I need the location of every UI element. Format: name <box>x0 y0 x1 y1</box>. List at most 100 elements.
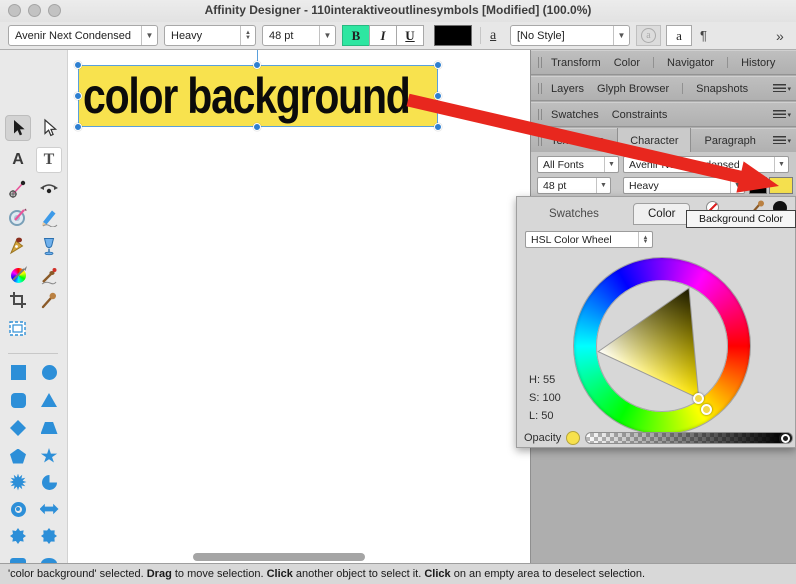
cog-tool[interactable] <box>5 523 31 549</box>
chevron-down-icon[interactable]: ▼ <box>141 26 157 45</box>
canvas[interactable]: color background <box>68 50 530 563</box>
panel-menu-icon[interactable]: ▾ <box>773 136 791 145</box>
fill-tool[interactable] <box>5 204 31 230</box>
chevron-down-icon[interactable]: ▼ <box>596 178 610 193</box>
panel-grip-icon[interactable] <box>538 83 542 94</box>
selection-handle-mid-right[interactable] <box>434 92 442 100</box>
hsl-color-wheel[interactable] <box>574 258 750 434</box>
tab-paragraph[interactable]: Paragraph <box>704 135 755 147</box>
panel-grip-icon[interactable] <box>538 109 542 120</box>
font-weight-combo[interactable]: Heavy ▲ ▼ <box>164 25 256 46</box>
trapezoid-tool[interactable] <box>36 415 62 441</box>
tab-constraints[interactable]: Constraints <box>612 109 668 121</box>
tab-layers[interactable]: Layers <box>551 83 584 95</box>
underline-button[interactable]: U <box>396 25 424 46</box>
show-character-button[interactable]: a <box>666 25 692 46</box>
tab-transform[interactable]: Transform <box>551 57 601 69</box>
color-model-combo[interactable]: HSL Color Wheel ▲ ▼ <box>525 231 653 248</box>
triangle-tool[interactable] <box>36 387 62 413</box>
stepper-icon[interactable]: ▲ ▼ <box>638 232 652 247</box>
crop-tool[interactable] <box>5 287 31 313</box>
frame-text-tool[interactable]: T <box>36 147 62 173</box>
opacity-slider-handle[interactable] <box>779 433 793 443</box>
panel-menu-icon[interactable]: ▾ <box>773 110 791 119</box>
hue-ring-handle[interactable] <box>701 404 712 415</box>
selected-text-object[interactable]: color background <box>78 65 438 127</box>
char-fill-color-swatch[interactable] <box>749 177 767 194</box>
tab-glyph-browser[interactable]: Glyph Browser <box>597 83 669 95</box>
burst-tool[interactable] <box>5 469 31 495</box>
node-tool[interactable] <box>36 115 62 141</box>
panel-grip-icon[interactable] <box>538 135 542 146</box>
char-background-color-swatch[interactable] <box>769 177 793 194</box>
artistic-text-tool[interactable]: A <box>5 147 31 173</box>
move-tool[interactable] <box>5 115 31 141</box>
ellipse-tool[interactable] <box>36 359 62 385</box>
italic-button[interactable]: I <box>369 25 397 46</box>
text-object-content[interactable]: color background <box>83 71 411 121</box>
rectangle-tool[interactable] <box>5 359 31 385</box>
current-color-swatch[interactable] <box>566 431 581 445</box>
tab-character-active[interactable]: Character <box>617 128 692 153</box>
chevron-down-icon[interactable]: ▼ <box>774 157 788 172</box>
saturation-lightness-triangle[interactable] <box>574 258 750 434</box>
point-transform-tool[interactable] <box>5 176 31 202</box>
diamond-icon <box>10 420 26 436</box>
paint-brush-tool[interactable] <box>36 262 62 288</box>
selection-handle-mid-left[interactable] <box>74 92 82 100</box>
star-tool[interactable] <box>36 443 62 469</box>
panel-grip-icon[interactable] <box>538 57 542 68</box>
transparency-tool[interactable] <box>36 233 62 259</box>
popup-tab-color[interactable]: Color <box>633 203 691 225</box>
toolbar-overflow-button[interactable]: » <box>776 28 784 44</box>
tab-history[interactable]: History <box>741 57 775 69</box>
stepper-icon[interactable]: ▲ ▼ <box>240 26 255 45</box>
pie-tool[interactable] <box>36 469 62 495</box>
selection-handle-bottom-right[interactable] <box>434 123 442 131</box>
font-collection-combo[interactable]: All Fonts ▼ <box>537 156 619 173</box>
donut-tool[interactable] <box>5 496 31 522</box>
rounded-rectangle-tool[interactable] <box>5 387 31 413</box>
bold-button[interactable]: B <box>342 25 370 46</box>
vector-brush-tool[interactable] <box>5 262 31 288</box>
show-special-characters-button[interactable]: ¶ <box>700 28 707 43</box>
panel-group-swatches: Swatches Constraints ▾ <box>531 102 796 127</box>
char-font-size-combo[interactable]: 48 pt ▼ <box>537 177 611 194</box>
character-style-icon[interactable]: a <box>490 28 496 44</box>
pen-tool[interactable] <box>5 233 31 259</box>
panel-menu-icon[interactable]: ▾ <box>773 84 791 93</box>
diamond-tool[interactable] <box>5 415 31 441</box>
chevron-down-icon[interactable]: ▼ <box>730 178 744 193</box>
selection-handle-bottom-center[interactable] <box>253 123 261 131</box>
triangle-handle[interactable] <box>693 393 704 404</box>
font-family-combo[interactable]: Avenir Next Condensed ▼ <box>8 25 158 46</box>
selection-handle-top-center[interactable] <box>253 61 261 69</box>
selection-handle-top-right[interactable] <box>434 61 442 69</box>
tab-swatches[interactable]: Swatches <box>551 109 599 121</box>
popup-tab-swatches[interactable]: Swatches <box>535 203 613 225</box>
cloud-tool[interactable] <box>36 523 62 549</box>
node-cursor-icon <box>44 118 58 137</box>
font-size-combo[interactable]: 48 pt ▼ <box>262 25 336 46</box>
chevron-down-icon[interactable]: ▼ <box>604 157 618 172</box>
tab-navigator[interactable]: Navigator <box>667 57 714 69</box>
selection-handle-bottom-left[interactable] <box>74 123 82 131</box>
artboard-tool[interactable] <box>5 316 31 342</box>
polygon-tool[interactable] <box>5 443 31 469</box>
tab-text-styles[interactable]: Text Styles <box>551 135 604 147</box>
selection-handle-top-left[interactable] <box>74 61 82 69</box>
color-picker-tool[interactable] <box>36 287 62 313</box>
double-arrow-tool[interactable] <box>36 496 62 522</box>
chevron-down-icon[interactable]: ▼ <box>613 26 629 45</box>
text-style-combo[interactable]: [No Style] ▼ <box>510 25 630 46</box>
node-editor-tool[interactable] <box>36 176 62 202</box>
char-font-weight-combo[interactable]: Heavy ▼ <box>623 177 745 194</box>
char-font-family-combo[interactable]: Avenir Next Condensed ▼ <box>623 156 789 173</box>
chevron-down-icon[interactable]: ▼ <box>319 26 335 45</box>
opacity-slider[interactable] <box>585 432 794 444</box>
text-fill-swatch[interactable] <box>434 25 472 46</box>
pencil-tool[interactable] <box>36 204 62 230</box>
tab-snapshots[interactable]: Snapshots <box>696 83 748 95</box>
tab-color[interactable]: Color <box>614 57 640 69</box>
horizontal-scrollbar[interactable] <box>193 553 365 561</box>
